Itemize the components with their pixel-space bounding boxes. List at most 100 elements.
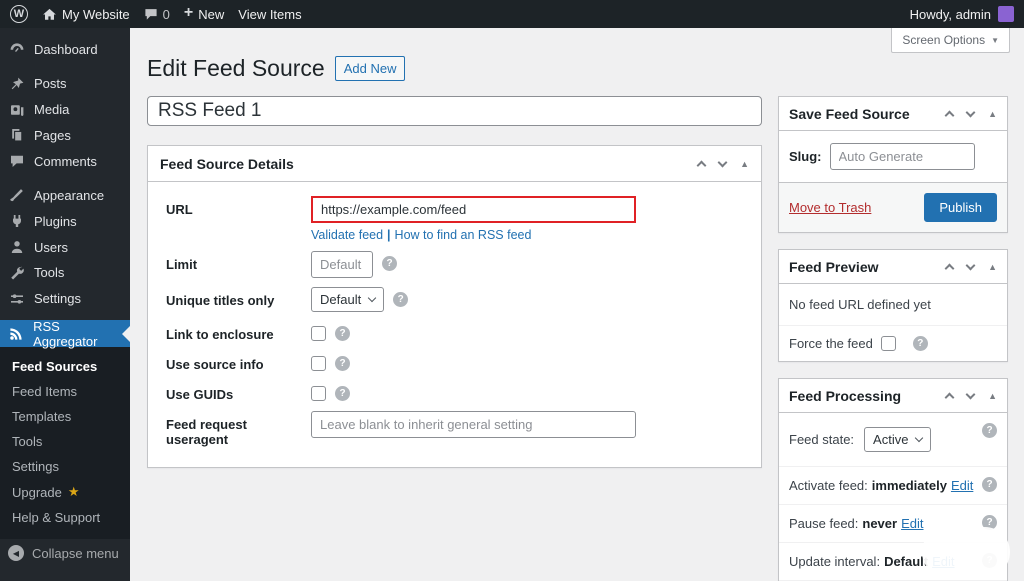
url-label: URL xyxy=(166,202,193,217)
add-new-button[interactable]: Add New xyxy=(334,56,406,81)
collapse-toggle-icon[interactable]: ▲ xyxy=(988,109,997,119)
sidebar-item-dashboard[interactable]: Dashboard xyxy=(0,37,130,63)
submenu-item-feed-sources[interactable]: Feed Sources xyxy=(0,354,130,379)
box-title: Feed Processing xyxy=(789,387,902,404)
account-menu[interactable]: Howdy, admin xyxy=(910,7,991,22)
use-source-info-label: Use source info xyxy=(166,357,264,372)
sidebar-item-label: Users xyxy=(34,239,68,255)
useragent-input[interactable] xyxy=(311,411,636,438)
dashboard-icon xyxy=(8,41,25,58)
submenu-item-templates[interactable]: Templates xyxy=(0,404,130,429)
activate-feed-value: immediately xyxy=(871,478,947,493)
submenu-item-tools[interactable]: Tools xyxy=(0,429,130,454)
publish-button[interactable]: Publish xyxy=(924,193,997,222)
help-icon[interactable]: ? xyxy=(335,356,350,371)
link-enclosure-checkbox[interactable] xyxy=(311,326,326,341)
submenu-label: Tools xyxy=(12,434,43,450)
sidebar-item-pages[interactable]: Pages xyxy=(0,122,130,148)
move-up-icon[interactable] xyxy=(696,160,707,170)
use-guids-label: Use GUIDs xyxy=(166,387,234,402)
sidebar-item-comments[interactable]: Comments xyxy=(0,148,130,174)
help-icon[interactable]: ? xyxy=(912,336,928,351)
star-icon: ★ xyxy=(67,484,80,500)
wordpress-menu[interactable]: W xyxy=(10,5,28,23)
comments-icon xyxy=(8,153,25,170)
collapse-menu-button[interactable]: ◀ Collapse menu xyxy=(0,539,130,567)
user-icon xyxy=(8,239,25,256)
help-icon[interactable]: ? xyxy=(335,386,350,401)
how-to-find-rss-link[interactable]: How to find an RSS feed xyxy=(395,228,532,242)
unique-titles-select[interactable]: Default xyxy=(311,287,385,312)
unique-titles-label: Unique titles only xyxy=(166,293,275,308)
paintbrush-icon xyxy=(8,187,25,204)
save-feed-source-box: Save Feed Source ▲ Slug: Move to Trash P… xyxy=(778,96,1008,233)
help-icon[interactable]: ? xyxy=(982,477,997,492)
page-title: Edit Feed Source xyxy=(147,55,325,81)
sidebar-item-label: Dashboard xyxy=(34,41,98,57)
submenu-item-upgrade[interactable]: Upgrade ★ xyxy=(0,479,130,505)
help-icon[interactable]: ? xyxy=(335,326,350,341)
submenu-item-feed-items[interactable]: Feed Items xyxy=(0,379,130,404)
help-icon[interactable]: ? xyxy=(382,256,397,271)
url-input[interactable] xyxy=(311,196,636,223)
move-up-icon[interactable] xyxy=(944,110,955,120)
sidebar-item-label: Pages xyxy=(34,127,71,143)
edit-activate-link[interactable]: Edit xyxy=(951,478,973,493)
move-up-icon[interactable] xyxy=(944,263,955,273)
avatar[interactable] xyxy=(998,6,1014,22)
use-guids-checkbox[interactable] xyxy=(311,386,326,401)
useragent-label: Feed request useragent xyxy=(166,417,247,447)
sidebar-item-users[interactable]: Users xyxy=(0,234,130,260)
edit-pause-link[interactable]: Edit xyxy=(901,516,923,531)
view-items-label: View Items xyxy=(238,6,302,22)
chevron-down-icon xyxy=(367,293,377,303)
selected-option: Active xyxy=(873,432,909,447)
sidebar-item-appearance[interactable]: Appearance xyxy=(0,183,130,209)
move-down-icon[interactable] xyxy=(717,157,728,167)
view-items-link[interactable]: View Items xyxy=(238,7,301,22)
use-source-info-checkbox[interactable] xyxy=(311,356,326,371)
move-down-icon[interactable] xyxy=(965,107,976,117)
move-to-trash-link[interactable]: Move to Trash xyxy=(789,200,871,215)
sidebar-item-media[interactable]: Media xyxy=(0,97,130,123)
submenu-item-settings[interactable]: Settings xyxy=(0,454,130,479)
link-separator: | xyxy=(387,228,391,242)
home-icon xyxy=(42,7,57,22)
comment-bubble-icon xyxy=(144,7,158,21)
collapse-toggle-icon[interactable]: ▲ xyxy=(988,262,997,272)
collapse-toggle-icon[interactable]: ▲ xyxy=(740,159,749,169)
sidebar-item-posts[interactable]: Posts xyxy=(0,71,130,97)
help-icon[interactable]: ? xyxy=(982,423,997,438)
limit-input[interactable] xyxy=(311,251,373,278)
feed-state-select[interactable]: Active xyxy=(864,427,932,452)
screen-options-button[interactable]: Screen Options ▼ xyxy=(891,28,1010,53)
force-feed-checkbox[interactable] xyxy=(880,336,896,351)
site-name-link[interactable]: My Website xyxy=(42,7,130,22)
sidebar-item-label: Posts xyxy=(34,76,67,92)
feed-title-input[interactable] xyxy=(147,96,762,126)
rss-aggregator-submenu: Feed Sources Feed Items Templates Tools … xyxy=(0,347,130,540)
site-name-label: My Website xyxy=(62,6,130,22)
box-title: Feed Source Details xyxy=(160,155,294,172)
submenu-label: Feed Items xyxy=(12,384,78,400)
submenu-label: Upgrade xyxy=(12,484,62,500)
submenu-label: Help & Support xyxy=(12,510,101,526)
move-down-icon[interactable] xyxy=(965,389,976,399)
move-up-icon[interactable] xyxy=(944,392,955,402)
sidebar-item-rss-aggregator[interactable]: RSS Aggregator xyxy=(0,319,130,349)
submenu-label: Feed Sources xyxy=(12,359,98,375)
validate-feed-link[interactable]: Validate feed xyxy=(311,228,383,242)
plug-icon xyxy=(8,213,25,230)
sidebar-item-label: Settings xyxy=(34,291,81,307)
help-icon[interactable]: ? xyxy=(393,292,409,307)
submenu-item-help-support[interactable]: Help & Support xyxy=(0,505,130,530)
sidebar-item-plugins[interactable]: Plugins xyxy=(0,208,130,234)
sidebar-item-tools[interactable]: Tools xyxy=(0,260,130,286)
help-beacon[interactable] xyxy=(922,527,1010,577)
move-down-icon[interactable] xyxy=(965,260,976,270)
slug-input[interactable] xyxy=(829,143,975,170)
comments-admin-link[interactable]: 0 xyxy=(144,7,170,22)
sidebar-item-settings[interactable]: Settings xyxy=(0,286,130,312)
new-content-menu[interactable]: + New xyxy=(184,5,224,22)
collapse-toggle-icon[interactable]: ▲ xyxy=(988,391,997,401)
